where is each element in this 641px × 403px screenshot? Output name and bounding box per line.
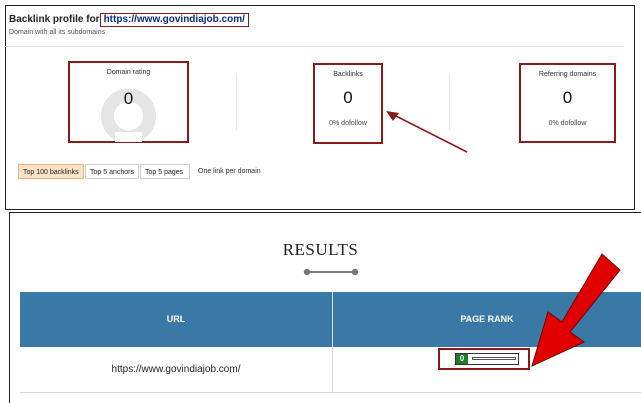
backlinks-value: 0	[343, 88, 353, 107]
domain-rating-value: 0	[123, 89, 134, 108]
annotation-arrow-icon	[531, 253, 621, 367]
column-header-url[interactable]: URL	[20, 292, 332, 347]
profile-subtitle: Domain with all its subdomains	[9, 29, 106, 36]
stat-divider	[236, 74, 237, 130]
page-rank-value: 0	[456, 354, 468, 364]
backlinks-label: Backlinks	[333, 71, 363, 78]
backlinks-dofollow: 0% dofollow	[329, 120, 367, 127]
header-divider	[4, 46, 624, 47]
tab-top-5-anchors[interactable]: Top 5 anchors	[85, 164, 139, 179]
profile-title-prefix: Backlink profile for	[9, 14, 100, 25]
referring-domains-label: Referring domains	[538, 71, 597, 78]
divider-dots-icon	[303, 268, 359, 276]
referring-domains-value: 0	[562, 88, 573, 107]
profile-url[interactable]: https://www.govindiajob.com/	[99, 13, 249, 27]
tab-top-100-backlinks[interactable]: Top 100 backlinks	[18, 164, 84, 179]
domain-rating-label: Domain rating	[106, 69, 151, 76]
annotation-arrow-icon	[386, 111, 468, 153]
referring-domains-dofollow: 0% dofollow	[548, 120, 587, 127]
page-rank-bar	[472, 357, 516, 360]
one-link-per-domain-note: One link per domain	[198, 168, 261, 175]
tab-top-5-pages[interactable]: Top 5 pages	[140, 164, 190, 179]
row-url[interactable]: https://www.govindiajob.com/	[20, 364, 332, 375]
profile-title: Backlink profile for https://www.govindia…	[9, 13, 249, 27]
